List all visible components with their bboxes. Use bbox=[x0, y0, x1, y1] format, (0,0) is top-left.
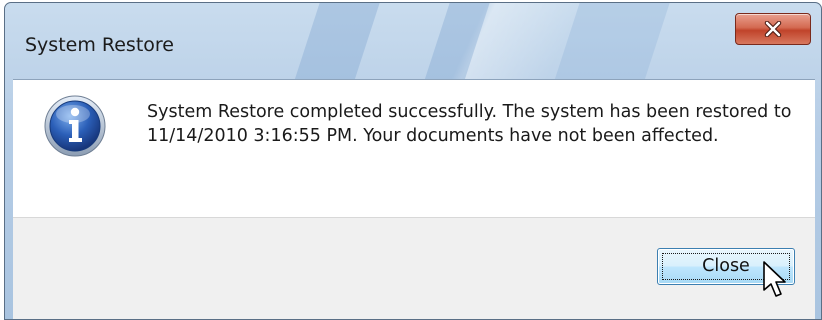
system-restore-dialog: System Restore System Restore completed … bbox=[4, 2, 822, 320]
info-icon bbox=[44, 95, 106, 157]
dialog-content: System Restore completed successfully. T… bbox=[13, 79, 815, 218]
dialog-footer: Close bbox=[13, 217, 815, 319]
close-icon bbox=[764, 21, 782, 37]
title-bar[interactable]: System Restore bbox=[5, 3, 821, 103]
title-close-button[interactable] bbox=[735, 13, 811, 45]
dialog-title: System Restore bbox=[25, 34, 174, 56]
mouse-pointer-icon bbox=[763, 261, 786, 297]
close-button-label: Close bbox=[702, 256, 750, 276]
dialog-message: System Restore completed successfully. T… bbox=[147, 102, 792, 146]
